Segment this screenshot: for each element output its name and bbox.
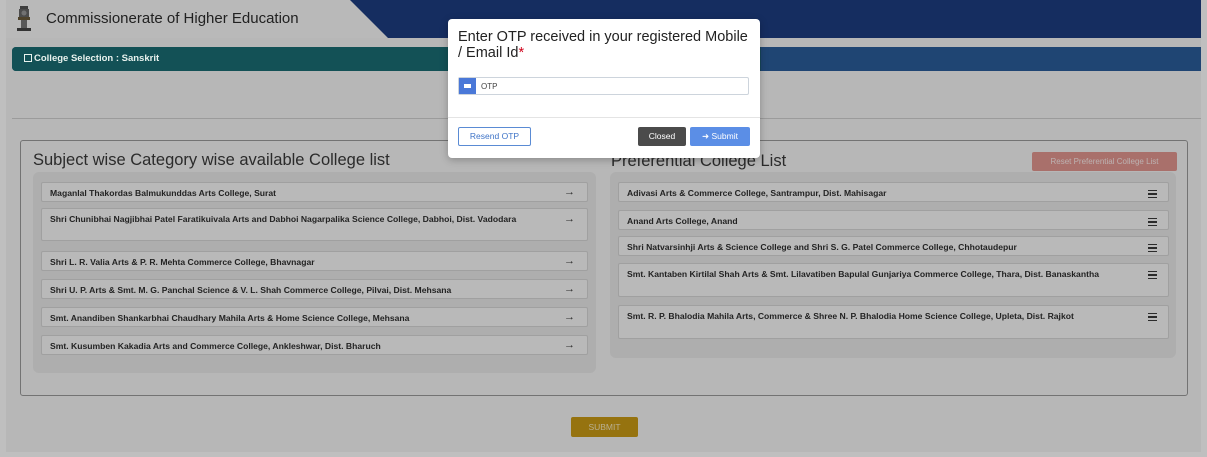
closed-button[interactable]: Closed (638, 127, 686, 146)
sign-in-icon: ➜ (702, 131, 710, 141)
modal-title: Enter OTP received in your registered Mo… (458, 29, 748, 61)
list-icon (24, 54, 32, 62)
modal-divider (448, 117, 760, 118)
otp-input[interactable] (481, 79, 741, 93)
otp-submit-button[interactable]: ➜ Submit (690, 127, 750, 146)
required-mark: * (518, 45, 525, 61)
envelope-icon (459, 78, 476, 94)
resend-otp-button[interactable]: Resend OTP (458, 127, 531, 146)
otp-modal: Enter OTP received in your registered Mo… (448, 19, 760, 158)
otp-field[interactable] (458, 77, 749, 95)
section-title: College Selection : Sanskrit (24, 53, 159, 64)
